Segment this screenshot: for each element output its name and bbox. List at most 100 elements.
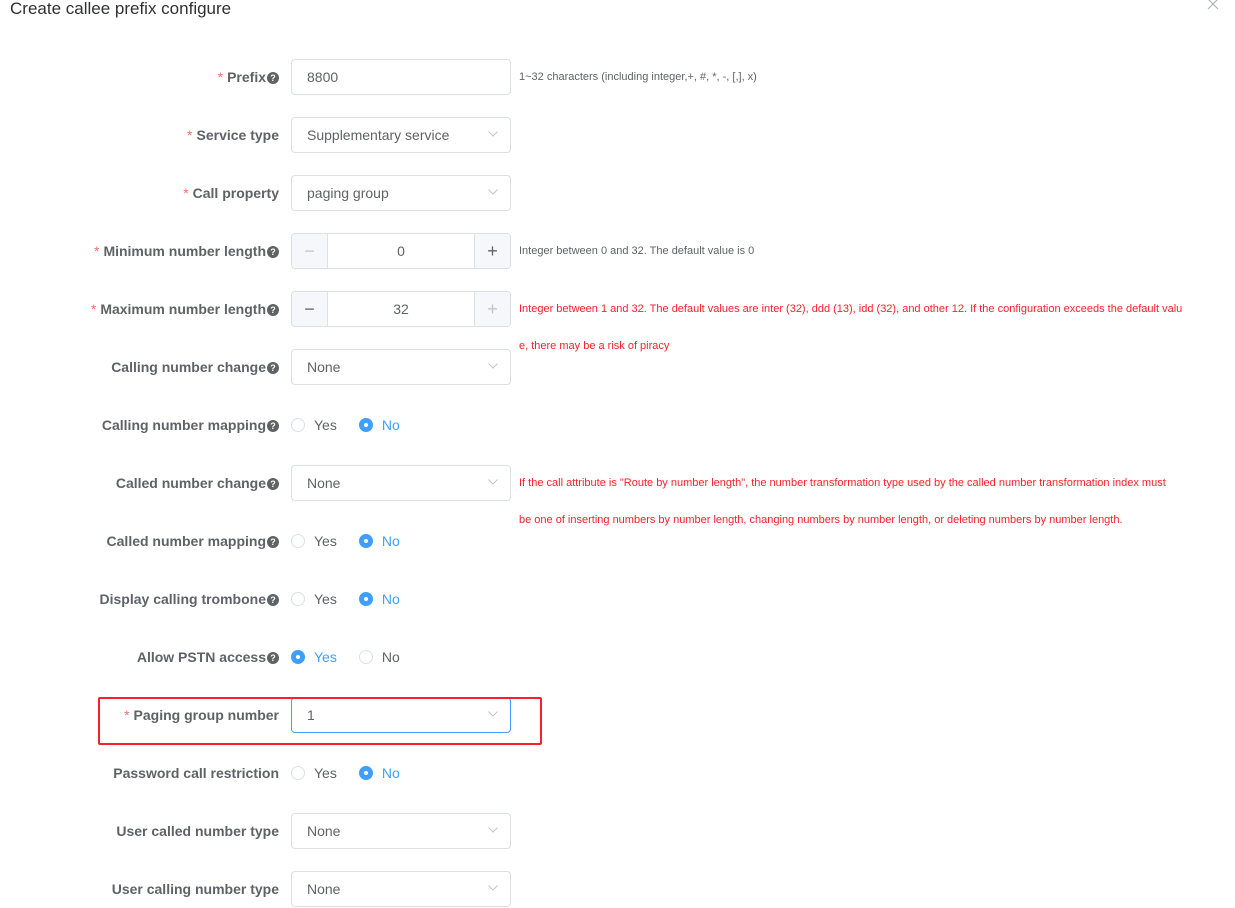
help-icon[interactable]: ? xyxy=(267,72,279,84)
radio-circle[interactable] xyxy=(291,534,305,548)
required-mark: * xyxy=(187,127,193,143)
radio-no[interactable]: No xyxy=(358,649,400,665)
required-mark: * xyxy=(90,301,97,317)
radio-circle[interactable] xyxy=(358,766,373,780)
close-icon xyxy=(1207,0,1219,10)
max-length-label-text: Maximum number length xyxy=(100,301,266,317)
user-called-number-type-label-text: User called number type xyxy=(116,823,279,839)
radio-label: No xyxy=(381,591,400,607)
min-length-stepper: − 0 + xyxy=(291,233,511,269)
radio-no[interactable]: No xyxy=(358,533,400,549)
required-mark: * xyxy=(217,69,224,85)
radio-yes[interactable]: Yes xyxy=(291,649,337,665)
form-row-max-length: * Maximum number length? − 32 + Integer b… xyxy=(0,291,1235,352)
calling-number-change-label-text: Calling number change xyxy=(111,359,266,375)
display-calling-trombone-radio-group: Yes No xyxy=(291,581,422,617)
radio-label: No xyxy=(381,533,400,549)
dialog-title: Create callee prefix configure xyxy=(10,0,232,18)
radio-circle[interactable] xyxy=(358,650,373,664)
called-number-change-value: None xyxy=(307,475,341,491)
max-length-stepper: − 32 + xyxy=(291,291,511,327)
password-call-restriction-label: Password call restriction xyxy=(113,755,279,791)
help-icon[interactable]: ? xyxy=(267,246,279,258)
help-icon[interactable]: ? xyxy=(267,536,279,548)
call-property-value: paging group xyxy=(307,185,389,201)
service-type-value: Supplementary service xyxy=(307,127,450,143)
user-calling-number-type-label: User calling number type xyxy=(112,871,279,907)
display-calling-trombone-label-text: Display calling trombone xyxy=(99,591,266,607)
form-row-paging-group-number: * Paging group number 1 xyxy=(0,697,1235,733)
paging-group-number-select[interactable]: 1 xyxy=(291,697,511,733)
radio-yes[interactable]: Yes xyxy=(291,533,337,549)
radio-circle[interactable] xyxy=(358,534,373,548)
help-icon[interactable]: ? xyxy=(267,478,279,490)
help-icon[interactable]: ? xyxy=(267,362,279,374)
call-property-label-text: Call property xyxy=(192,185,279,201)
max-length-input[interactable]: 32 xyxy=(328,292,474,326)
calling-number-mapping-radio-group: Yes No xyxy=(291,407,422,443)
radio-label: No xyxy=(381,765,400,781)
calling-number-change-select[interactable]: None xyxy=(291,349,511,385)
called-number-change-select[interactable]: None xyxy=(291,465,511,501)
radio-no[interactable]: No xyxy=(358,591,400,607)
prefix-input[interactable]: 8800 xyxy=(291,59,511,95)
radio-no[interactable]: No xyxy=(358,765,400,781)
calling-number-change-label: Calling number change? xyxy=(111,349,279,385)
min-length-input[interactable]: 0 xyxy=(328,234,474,268)
chevron-down-icon xyxy=(488,189,498,195)
calling-number-mapping-label-text: Calling number mapping xyxy=(101,417,266,433)
radio-circle[interactable] xyxy=(291,592,305,606)
user-called-number-type-label: User called number type xyxy=(116,813,279,849)
form-row-user-calling-number-type: User calling number type None xyxy=(0,871,1235,907)
called-number-change-hint-line1: If the call attribute is "Route by numbe… xyxy=(519,477,1166,489)
radio-circle[interactable] xyxy=(358,418,373,432)
help-icon[interactable]: ? xyxy=(267,304,279,316)
user-calling-number-type-select[interactable]: None xyxy=(291,871,511,907)
increment-button[interactable]: + xyxy=(474,292,510,326)
decrement-button[interactable]: − xyxy=(292,234,328,268)
form-row-called-number-change: Called number change? None If the call a… xyxy=(0,465,1235,526)
form-row-service-type: * Service type Supplementary service xyxy=(0,117,1235,153)
form-row-call-property: * Call property paging group xyxy=(0,175,1235,211)
radio-circle[interactable] xyxy=(358,592,373,606)
radio-label: No xyxy=(381,649,400,665)
form-row-min-length: * Minimum number length? − 0 + Integer be… xyxy=(0,233,1235,269)
decrement-button[interactable]: − xyxy=(292,292,328,326)
radio-label: Yes xyxy=(314,765,337,781)
help-icon[interactable]: ? xyxy=(267,420,279,432)
user-called-number-type-select[interactable]: None xyxy=(291,813,511,849)
min-length-label: * Minimum number length? xyxy=(94,233,279,269)
prefix-label: * Prefix? xyxy=(218,59,279,95)
service-type-select[interactable]: Supplementary service xyxy=(291,117,511,153)
form-row-password-call-restriction: Password call restriction Yes No xyxy=(0,755,1235,791)
radio-circle[interactable] xyxy=(291,650,305,664)
increment-button[interactable]: + xyxy=(474,234,510,268)
radio-yes[interactable]: Yes xyxy=(291,417,337,433)
chevron-down-icon xyxy=(488,131,498,137)
chevron-down-icon xyxy=(488,479,498,485)
close-button[interactable] xyxy=(1205,0,1221,12)
password-call-restriction-radio-group: Yes No xyxy=(291,755,422,791)
called-number-mapping-label-text: Called number mapping xyxy=(106,533,266,549)
allow-pstn-access-radio-group: Yes No xyxy=(291,639,422,675)
user-called-number-type-value: None xyxy=(307,823,341,839)
radio-no[interactable]: No xyxy=(358,417,400,433)
calling-number-mapping-label: Calling number mapping? xyxy=(102,407,279,443)
required-mark: * xyxy=(183,185,189,201)
radio-yes[interactable]: Yes xyxy=(291,591,337,607)
radio-yes[interactable]: Yes xyxy=(291,765,337,781)
help-icon[interactable]: ? xyxy=(267,594,279,606)
form-row-called-number-mapping: Called number mapping? Yes No xyxy=(0,523,1235,559)
call-property-select[interactable]: paging group xyxy=(291,175,511,211)
paging-group-number-label-text: Paging group number xyxy=(133,707,279,723)
radio-circle[interactable] xyxy=(291,418,305,432)
form-row-display-calling-trombone: Display calling trombone? Yes No xyxy=(0,581,1235,617)
form-row-prefix: * Prefix? 8800 1~32 characters (including… xyxy=(0,59,1235,95)
form-row-calling-number-change: Calling number change? None xyxy=(0,349,1235,385)
called-number-mapping-label: Called number mapping? xyxy=(107,523,279,559)
radio-label: Yes xyxy=(314,417,337,433)
help-icon[interactable]: ? xyxy=(267,652,279,664)
max-length-hint-line1: Integer between 1 and 32. The default va… xyxy=(519,303,1183,315)
service-type-label: * Service type xyxy=(187,117,279,153)
radio-circle[interactable] xyxy=(291,766,305,780)
